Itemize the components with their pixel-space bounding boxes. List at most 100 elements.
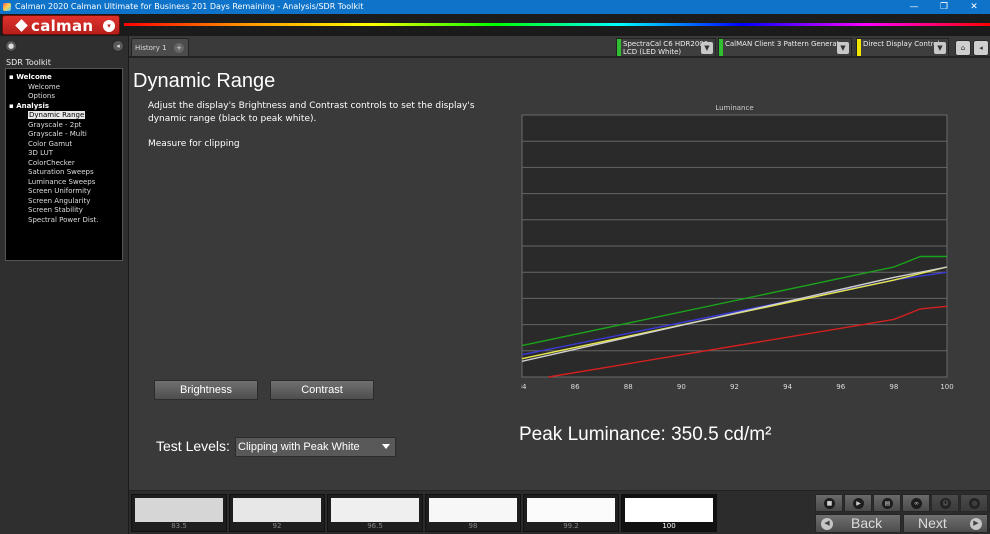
tree-item-label: Screen Stability bbox=[28, 206, 83, 214]
chevron-down-icon: ▼ bbox=[934, 42, 946, 54]
left-panel: ● ◂ SDR Toolkit ▪ Welcome Welcome Options ▪… bbox=[0, 36, 129, 534]
main-area: History 1 + SpectraCal C6 HDR2000 LCD (L… bbox=[129, 36, 990, 490]
calman-menu-button[interactable]: calman ▾ bbox=[2, 15, 120, 35]
tree-item[interactable]: Screen Stability bbox=[6, 206, 122, 216]
tree-item[interactable]: Spectral Power Dist. bbox=[6, 216, 122, 226]
tree-item-label: Welcome bbox=[28, 82, 61, 91]
test-level-swatch[interactable]: 92 bbox=[229, 494, 325, 532]
add-tab-button[interactable]: + bbox=[174, 43, 184, 53]
tree-item-label: Saturation Sweeps bbox=[28, 168, 94, 176]
x-tick-label: 98 bbox=[889, 383, 898, 391]
x-tick-label: 92 bbox=[730, 383, 739, 391]
swatch-color bbox=[625, 498, 713, 522]
disabled-control-button[interactable]: ◎ bbox=[960, 494, 988, 512]
meter-device-selector[interactable]: SpectraCal C6 HDR2000 LCD (LED White) ▼ bbox=[616, 38, 716, 57]
peak-luminance-readout: Peak Luminance: 350.5 cd/m² bbox=[519, 424, 772, 445]
test-levels-value: Clipping with Peak White bbox=[238, 441, 360, 453]
tree-item-label: Dynamic Range bbox=[28, 111, 86, 119]
tree-item[interactable]: Screen Uniformity bbox=[6, 187, 122, 197]
tree-item[interactable]: Grayscale - Multi bbox=[6, 130, 122, 140]
test-level-swatch[interactable]: 98 bbox=[425, 494, 521, 532]
expand-panel-button[interactable]: ◂ bbox=[973, 40, 989, 56]
x-tick-label: 90 bbox=[677, 383, 686, 391]
loop-button[interactable]: ∞ bbox=[902, 494, 930, 512]
chevron-right-icon: ▶ bbox=[970, 518, 982, 530]
page-title: Dynamic Range bbox=[133, 70, 276, 92]
contrast-button[interactable]: Contrast bbox=[270, 380, 374, 400]
stop-button[interactable]: ■ bbox=[815, 494, 843, 512]
tree-item[interactable]: 3D LUT bbox=[6, 149, 122, 159]
page-description: Adjust the display's Brightness and Cont… bbox=[148, 101, 475, 124]
close-button[interactable]: ✕ bbox=[960, 0, 988, 14]
tree-item[interactable]: Screen Angularity bbox=[6, 197, 122, 207]
test-level-swatch[interactable]: 96.5 bbox=[327, 494, 423, 532]
home-icon[interactable]: ⌂ bbox=[955, 40, 971, 56]
x-tick-label: 84 bbox=[521, 383, 527, 391]
chevron-down-icon: ▼ bbox=[837, 42, 849, 54]
test-levels-label: Test Levels: bbox=[156, 438, 230, 454]
calman-logo-icon bbox=[15, 19, 28, 32]
measurement-controls: ■ ▶ ▤ ∞ ☺ ◎ bbox=[815, 494, 988, 512]
tree-item-label: Screen Uniformity bbox=[28, 187, 91, 195]
minimize-button[interactable]: — bbox=[900, 0, 928, 14]
device-status-indicator bbox=[857, 39, 861, 57]
swatch-color bbox=[429, 498, 517, 522]
tree-item-label: Grayscale - Multi bbox=[28, 130, 87, 138]
tree-group[interactable]: ▪ Analysis bbox=[6, 102, 122, 112]
loop-icon: ∞ bbox=[911, 498, 922, 509]
chart-title: Luminance bbox=[715, 104, 754, 112]
save-button[interactable]: ▤ bbox=[873, 494, 901, 512]
play-icon: ▶ bbox=[853, 498, 864, 509]
measure-instruction: Measure for clipping bbox=[148, 139, 240, 149]
device-status-indicator bbox=[617, 39, 621, 57]
tree-item[interactable]: Saturation Sweeps bbox=[6, 168, 122, 178]
smile-icon: ☺ bbox=[940, 498, 951, 509]
x-tick-label: 94 bbox=[783, 383, 792, 391]
tree-item[interactable]: Luminance Sweeps bbox=[6, 178, 122, 188]
swatch-label: 92 bbox=[272, 522, 282, 530]
swatch-label: 100 bbox=[662, 522, 676, 530]
tree-item-label: Color Gamut bbox=[28, 139, 73, 148]
tree-item[interactable]: ColorChecker bbox=[6, 159, 122, 169]
tree-item[interactable]: Welcome bbox=[6, 83, 122, 93]
gear-icon[interactable]: ● bbox=[5, 40, 17, 52]
back-label: Back bbox=[851, 515, 883, 531]
tree-item[interactable]: Options bbox=[6, 92, 122, 102]
chevron-down-icon bbox=[382, 444, 390, 449]
x-tick-label: 96 bbox=[836, 383, 845, 391]
x-tick-label: 88 bbox=[624, 383, 633, 391]
collapse-panel-button[interactable]: ◂ bbox=[112, 40, 124, 52]
tree-item[interactable]: Color Gamut bbox=[6, 140, 122, 150]
title-bar: Calman 2020 Calman Ultimate for Business… bbox=[0, 0, 990, 14]
device-status-indicator bbox=[719, 39, 723, 57]
display-device-selector[interactable]: Direct Display Control ▼ bbox=[856, 38, 949, 57]
window-title: Calman 2020 Calman Ultimate for Business… bbox=[15, 2, 364, 11]
play-button[interactable]: ▶ bbox=[844, 494, 872, 512]
tree-group[interactable]: ▪ Welcome bbox=[6, 73, 122, 83]
swatch-label: 99.2 bbox=[563, 522, 579, 530]
tree-item[interactable]: Dynamic Range bbox=[6, 111, 122, 121]
tree-item[interactable]: Grayscale - 2pt bbox=[6, 121, 122, 131]
tree-item-label: Options bbox=[28, 92, 56, 100]
tab-history[interactable]: History 1 + bbox=[131, 38, 189, 56]
test-level-swatch[interactable]: 99.2 bbox=[523, 494, 619, 532]
brightness-button[interactable]: Brightness bbox=[154, 380, 258, 400]
tree-item-label: Welcome bbox=[16, 73, 52, 81]
device-name: CalMAN Client 3 Pattern Generator bbox=[725, 40, 847, 48]
chevron-down-icon: ▾ bbox=[103, 20, 115, 32]
disabled-control-button[interactable]: ☺ bbox=[931, 494, 959, 512]
chevron-left-icon: ◀ bbox=[821, 518, 833, 530]
save-icon: ▤ bbox=[882, 498, 893, 509]
tree-item-label: 3D LUT bbox=[28, 149, 54, 157]
tree-item-label: Spectral Power Dist. bbox=[28, 215, 99, 224]
test-levels-select[interactable]: Clipping with Peak White bbox=[235, 437, 396, 457]
test-level-swatch[interactable]: 83.5 bbox=[131, 494, 227, 532]
test-level-swatch[interactable]: 100 bbox=[621, 494, 717, 532]
maximize-button[interactable]: ❐ bbox=[930, 0, 958, 14]
back-button[interactable]: ◀ Back bbox=[815, 514, 901, 533]
x-tick-label: 100 bbox=[940, 383, 953, 391]
tree-item-label: ColorChecker bbox=[28, 158, 75, 167]
source-device-selector[interactable]: CalMAN Client 3 Pattern Generator ▼ bbox=[718, 38, 852, 57]
logo-text: calman bbox=[31, 17, 94, 35]
next-button[interactable]: Next ▶ bbox=[903, 514, 988, 533]
